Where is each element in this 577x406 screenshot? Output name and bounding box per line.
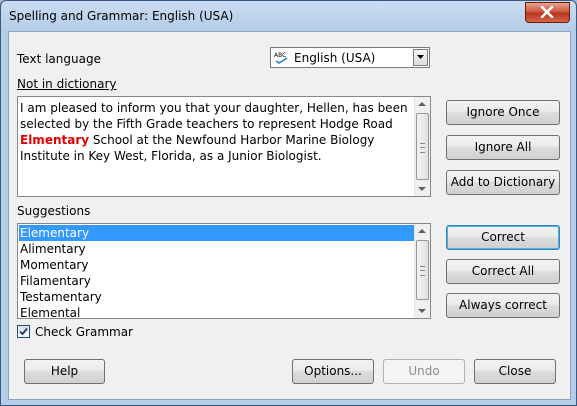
scroll-down-icon[interactable]	[418, 309, 426, 313]
sentence-text[interactable]: I am pleased to inform you that your dau…	[20, 100, 412, 164]
correct-all-button[interactable]: Correct All	[446, 259, 560, 284]
suggestions-list[interactable]: Elementary Alimentary Momentary Filament…	[17, 223, 431, 319]
scroll-thumb[interactable]	[416, 240, 429, 300]
window-title: Spelling and Grammar: English (USA)	[9, 9, 234, 23]
list-item[interactable]: Elemental	[19, 305, 415, 318]
scroll-thumb[interactable]	[416, 113, 429, 180]
text-language-value: English (USA)	[294, 51, 376, 65]
list-item[interactable]: Elementary	[19, 225, 415, 241]
text-language-select[interactable]: ABC English (USA)	[270, 47, 430, 68]
add-to-dictionary-button[interactable]: Add to Dictionary	[446, 170, 560, 195]
correct-button[interactable]: Correct	[446, 225, 560, 250]
checkmark-icon	[19, 327, 28, 336]
svg-text:ABC: ABC	[274, 52, 286, 59]
title-bar[interactable]: Spelling and Grammar: English (USA)	[1, 1, 576, 31]
list-item[interactable]: Filamentary	[19, 273, 415, 289]
spelling-grammar-dialog: Spelling and Grammar: English (USA) Text…	[0, 0, 577, 406]
list-item[interactable]: Alimentary	[19, 241, 415, 257]
spellcheck-abc-icon: ABC	[274, 52, 288, 64]
chevron-down-icon	[417, 55, 424, 59]
textbox-scrollbar[interactable]	[414, 97, 430, 196]
window-close-button[interactable]	[525, 2, 570, 23]
scroll-up-icon[interactable]	[418, 102, 426, 106]
text-language-label: Text language	[17, 52, 101, 66]
check-grammar-label[interactable]: Check Grammar	[35, 325, 133, 339]
not-in-dictionary-label: Not in dictionary	[17, 77, 117, 91]
undo-button: Undo	[383, 359, 465, 384]
list-item[interactable]: Momentary	[19, 257, 415, 273]
close-button[interactable]: Close	[474, 359, 556, 384]
misspelled-word: Elmentary	[20, 133, 90, 147]
text-before: I am pleased to inform you that your dau…	[20, 101, 408, 131]
sentence-textbox[interactable]: I am pleased to inform you that your dau…	[17, 96, 431, 197]
dropdown-arrow[interactable]	[413, 49, 428, 66]
close-icon	[540, 6, 554, 18]
ignore-all-button[interactable]: Ignore All	[446, 135, 560, 160]
ignore-once-button[interactable]: Ignore Once	[446, 100, 560, 125]
help-button[interactable]: Help	[24, 359, 105, 384]
scroll-up-icon[interactable]	[418, 229, 426, 233]
check-grammar-checkbox[interactable]	[17, 325, 30, 338]
options-button[interactable]: Options...	[292, 359, 374, 384]
suggestions-scrollbar[interactable]	[414, 224, 430, 318]
list-item[interactable]: Testamentary	[19, 289, 415, 305]
scroll-down-icon[interactable]	[418, 187, 426, 191]
suggestions-label: Suggestions	[17, 204, 91, 218]
dialog-body: Text language ABC English (USA) Not in d…	[8, 31, 571, 400]
always-correct-button[interactable]: Always correct	[446, 293, 560, 318]
